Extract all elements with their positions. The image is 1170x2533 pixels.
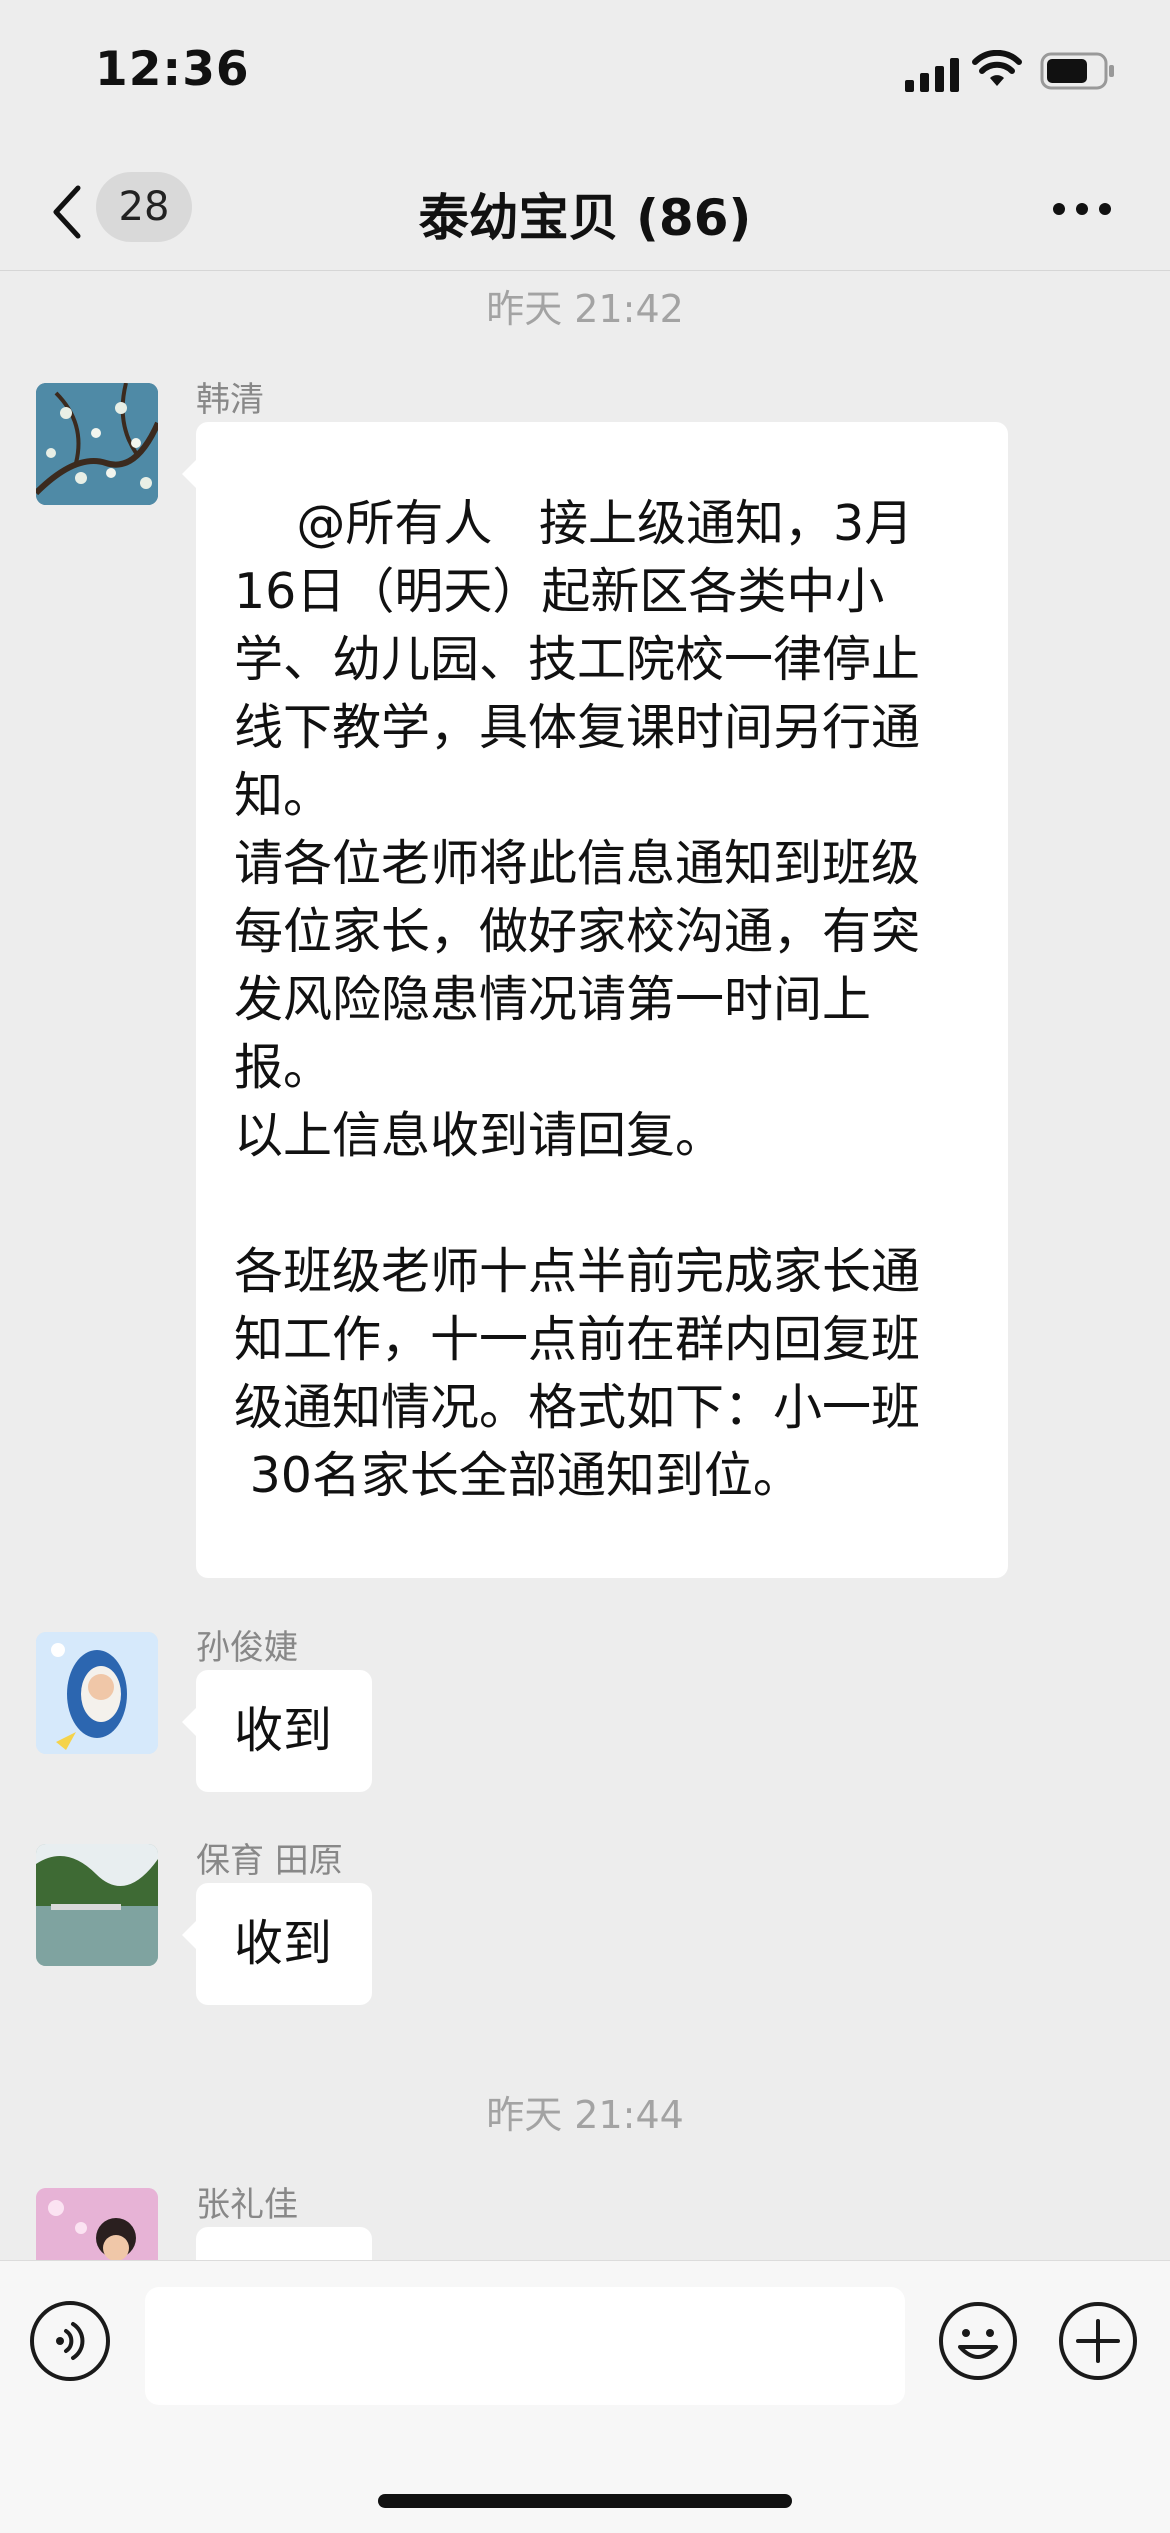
plus-icon[interactable] <box>1058 2301 1138 2381</box>
status-time: 12:36 <box>95 42 250 97</box>
avatar-baby-costume-image <box>36 1632 158 1754</box>
sender-name: 保育 田原 <box>196 1841 343 1881</box>
message-input[interactable] <box>145 2287 905 2405</box>
avatar[interactable] <box>36 1632 158 1754</box>
wifi-icon <box>972 50 1022 86</box>
chat-title: 泰幼宝贝 (86) <box>418 189 752 247</box>
input-bar <box>0 2260 1170 2533</box>
sender-name: 张礼佳 <box>196 2185 298 2225</box>
status-bar: 12:36 <box>0 0 1170 140</box>
battery-icon <box>1040 52 1114 90</box>
sender-name: 韩清 <box>196 380 264 420</box>
nav-bar: 28 泰幼宝贝 (86) <box>0 140 1170 271</box>
signal-icon <box>905 58 959 92</box>
timestamp: 昨天 21:44 <box>486 2093 684 2137</box>
avatar[interactable] <box>36 383 158 505</box>
more-dots-icon[interactable] <box>1052 202 1112 216</box>
avatar[interactable] <box>36 1844 158 1966</box>
timestamp: 昨天 21:42 <box>486 287 684 331</box>
avatar-child-photo-image <box>36 2188 158 2260</box>
message-bubble[interactable] <box>182 2227 372 2293</box>
avatar-almond-blossom-image <box>36 383 158 505</box>
home-indicator[interactable] <box>378 2494 792 2508</box>
message-bubble[interactable]: @所有人 接上级通知，3月 16日（明天）起新区各类中小 学、幼儿园、技工院校一… <box>182 422 1008 1578</box>
message-bubble[interactable]: 收到 <box>182 1670 372 1792</box>
message-text: 收到 <box>234 1702 333 1759</box>
avatar-lake-landscape-image <box>36 1844 158 1966</box>
message-text: 收到 <box>234 1915 333 1972</box>
voice-icon[interactable] <box>30 2301 110 2381</box>
sender-name: 孙俊婕 <box>196 1628 298 1668</box>
emoji-icon[interactable] <box>938 2301 1018 2381</box>
message-bubble[interactable]: 收到 <box>182 1883 372 2005</box>
message-text: @所有人 接上级通知，3月 16日（明天）起新区各类中小 学、幼儿园、技工院校一… <box>234 495 921 1504</box>
avatar[interactable] <box>36 2188 158 2260</box>
